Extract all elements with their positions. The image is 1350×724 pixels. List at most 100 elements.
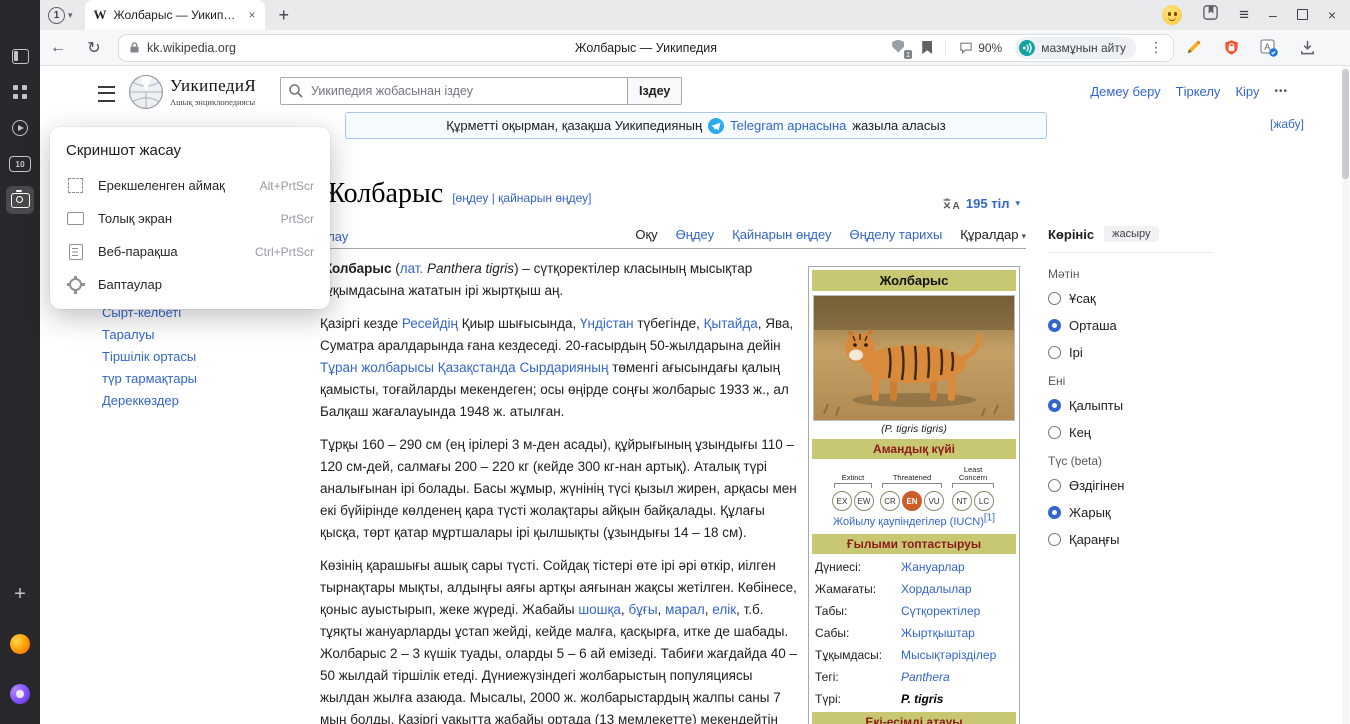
screenshot-menu-item[interactable]: Баптаулар [50,268,330,301]
browser-menu-icon[interactable]: ≡ [1239,5,1249,25]
new-tab-button[interactable]: + [279,5,290,26]
back-icon[interactable]: ← [40,39,76,57]
status-link[interactable]: Жойылу қаупіндегілер (IUCN) [833,516,984,528]
radio-selected[interactable] [1048,506,1061,519]
article-link[interactable]: бұғы [628,602,657,617]
article-link[interactable]: шошқа [578,602,621,617]
tab-groups-badge[interactable]: 10 [6,150,34,178]
profile-avatar[interactable] [1162,5,1182,25]
sidebar-panel-toggle-icon[interactable] [6,42,34,70]
refresh-icon[interactable]: ↻ [76,38,112,58]
radio-unselected[interactable] [1048,533,1061,546]
url-text[interactable]: kk.wikipedia.org [147,41,242,55]
tiger-image[interactable] [813,295,1015,421]
tab-Өңделу тарихы[interactable]: Өңделу тарихы [850,227,943,242]
radio-unselected[interactable] [1048,426,1061,439]
taxonomy-value[interactable]: Хордалылар [901,581,1013,597]
window-close-icon[interactable]: × [1328,7,1336,23]
radio-option[interactable]: Өздігінен [1048,478,1213,493]
article-link[interactable]: елік [712,602,736,617]
article-link[interactable]: Ресейдің [402,316,458,331]
radio-selected[interactable] [1048,319,1061,332]
taxonomy-row: Дүниесі:Жануарлар [811,556,1017,578]
search-icon [288,83,304,104]
page-scrollbar[interactable] [1342,66,1349,724]
tab-counter[interactable]: 1 ▾ [48,7,73,24]
telegram-link[interactable]: Telegram арнасына [730,118,846,133]
tab-Қайнарын өңдеу[interactable]: Қайнарын өңдеу [732,227,831,242]
taxonomy-value[interactable]: Жануарлар [901,559,1013,575]
toc-item[interactable]: Таралуы [102,328,272,342]
article-link[interactable]: Сырдарияның [519,360,608,375]
radio-selected[interactable] [1048,399,1061,412]
alice-assistant-icon[interactable] [6,680,34,708]
window-minimize-icon[interactable]: – [1269,7,1277,23]
window-maximize-icon[interactable] [1297,7,1308,23]
toc-item[interactable]: түр тармақтары [102,372,272,386]
screenshot-icon[interactable] [6,186,34,214]
wiki-menu-icon[interactable] [98,86,115,102]
radio-option[interactable]: Ұсақ [1048,291,1213,306]
banner-close-link[interactable]: [жабу] [1270,117,1304,131]
yandex-browser-icon[interactable] [6,630,34,658]
article-link[interactable]: марал [665,602,705,617]
article-link[interactable]: Қазақстанда [438,360,516,375]
status-ref[interactable]: [1] [984,512,995,523]
screenshot-menu-item[interactable]: Ерекшеленген аймақAlt+PrtScr [50,169,330,202]
taxonomy-row: Сабы:Жыртқыштар [811,622,1017,644]
taxonomy-value[interactable]: Мысықтәрізділер [901,647,1013,663]
article-link[interactable]: лат. [400,261,424,276]
article-link[interactable]: Қытайда [704,316,758,331]
radio-option[interactable]: Жарық [1048,505,1213,520]
radio-option[interactable]: Қараңғы [1048,532,1213,547]
tab-close-icon[interactable]: × [249,8,256,22]
translate-icon[interactable]: A [1250,39,1288,57]
taxonomy-value[interactable]: Panthera [901,669,1013,685]
radio-unselected[interactable] [1048,292,1061,305]
article-link[interactable]: Тұран жолбарысы [320,360,434,375]
radio-option[interactable]: Кең [1048,425,1213,440]
blocked-counter-icon[interactable]: 1 [892,40,909,56]
wikipedia-logo[interactable] [128,74,164,110]
header-link[interactable]: Тіркелу [1176,84,1221,99]
video-icon[interactable] [6,114,34,142]
protect-shield-icon[interactable] [1212,39,1250,56]
status-code-EN: EN [902,491,922,511]
services-icon[interactable] [6,78,34,106]
browser-tab[interactable]: W Жолбарыс — Уикипед... × [85,0,265,30]
screenshot-menu-item[interactable]: Толық экранPrtScr [50,202,330,235]
header-link[interactable]: Кіру [1235,84,1259,99]
screenshot-menu-item[interactable]: Веб-парақшаCtrl+PrtScr [50,235,330,268]
radio-unselected[interactable] [1048,346,1061,359]
collections-icon[interactable] [1202,4,1219,26]
tab-Құралдар[interactable]: Құралдар▾ [960,227,1026,242]
sidebar-add-icon[interactable]: + [6,580,34,608]
toc-item[interactable]: Дереккөздер [102,394,272,408]
taxonomy-value[interactable]: Сүтқоректілер [901,603,1013,619]
radio-option[interactable]: Ірі [1048,345,1213,360]
article-link[interactable]: Үндістан [580,316,634,331]
more-menu-icon[interactable]: ••• [1274,86,1288,97]
toc-item[interactable]: Тіршілік ортасы [102,350,272,364]
radio-option[interactable]: Қалыпты [1048,398,1213,413]
bookmark-icon[interactable] [922,41,932,54]
address-bar[interactable]: kk.wikipedia.org Жолбарыс — Уикипедия 1 … [118,34,1174,62]
search-input[interactable] [280,77,628,105]
more-options-icon[interactable]: ⋮ [1149,39,1163,56]
taxonomy-label: Дүниесі: [815,559,901,575]
scrollbar-thumb[interactable] [1342,69,1349,179]
search-button[interactable]: Іздеу [628,77,682,105]
radio-unselected[interactable] [1048,479,1061,492]
header-link[interactable]: Демеу беру [1090,84,1160,99]
appearance-hide-button[interactable]: жасыру [1104,226,1158,242]
tab-Өңдеу[interactable]: Өңдеу [676,227,714,242]
comments-zoom-chip[interactable]: 90% [959,41,1002,55]
language-selector[interactable]: A 195 тіл ▾ [942,196,1020,211]
tab-Оқу[interactable]: Оқу [635,227,657,242]
radio-option[interactable]: Орташа [1048,318,1213,333]
download-icon[interactable] [1288,39,1326,56]
edit-pencil-icon[interactable] [1174,39,1212,56]
read-aloud-button[interactable]: мазмұнын айту [1015,37,1136,59]
edit-links[interactable]: [өңдеу | қайнарын өңдеу] [452,191,591,205]
taxonomy-value[interactable]: Жыртқыштар [901,625,1013,641]
